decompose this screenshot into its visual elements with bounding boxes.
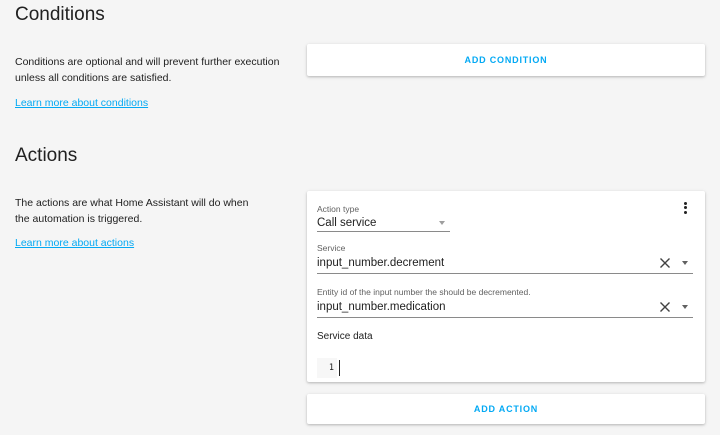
service-dropdown-icon[interactable] [677, 255, 693, 271]
service-label: Service [317, 243, 346, 253]
action-type-value: Call service [317, 216, 377, 229]
more-vert-icon[interactable] [679, 200, 691, 216]
text-cursor [339, 360, 340, 376]
entity-dropdown-icon[interactable] [677, 299, 693, 315]
learn-more-conditions-link[interactable]: Learn more about conditions [15, 97, 148, 109]
service-input[interactable]: input_number.decrement [317, 257, 657, 269]
add-action-button[interactable]: ADD ACTION [307, 394, 705, 424]
action-type-label: Action type [317, 204, 360, 214]
action-card: Action type Call service Service input_n… [307, 191, 705, 382]
actions-title: Actions [15, 145, 78, 166]
conditions-description: Conditions are optional and will prevent… [15, 56, 280, 84]
chevron-down-icon[interactable] [434, 215, 450, 231]
service-field[interactable]: Service input_number.decrement [317, 243, 693, 274]
service-data-editor[interactable]: 1 [317, 355, 693, 381]
learn-more-actions-link[interactable]: Learn more about actions [15, 237, 134, 249]
add-action-card: ADD ACTION [307, 394, 705, 424]
add-condition-card: ADD CONDITION [307, 44, 705, 76]
entity-input[interactable]: input_number.medication [317, 301, 657, 313]
add-condition-button[interactable]: ADD CONDITION [307, 44, 705, 76]
clear-entity-icon[interactable] [657, 299, 673, 315]
action-type-select[interactable]: Action type Call service [317, 204, 450, 232]
line-number: 1 [317, 358, 337, 378]
actions-description: The actions are what Home Assistant will… [15, 197, 249, 225]
entity-field[interactable]: Entity id of the input number the should… [317, 287, 693, 318]
clear-service-icon[interactable] [657, 255, 673, 271]
service-data-label: Service data [317, 331, 373, 342]
conditions-title: Conditions [15, 4, 105, 25]
entity-label: Entity id of the input number the should… [317, 287, 531, 297]
